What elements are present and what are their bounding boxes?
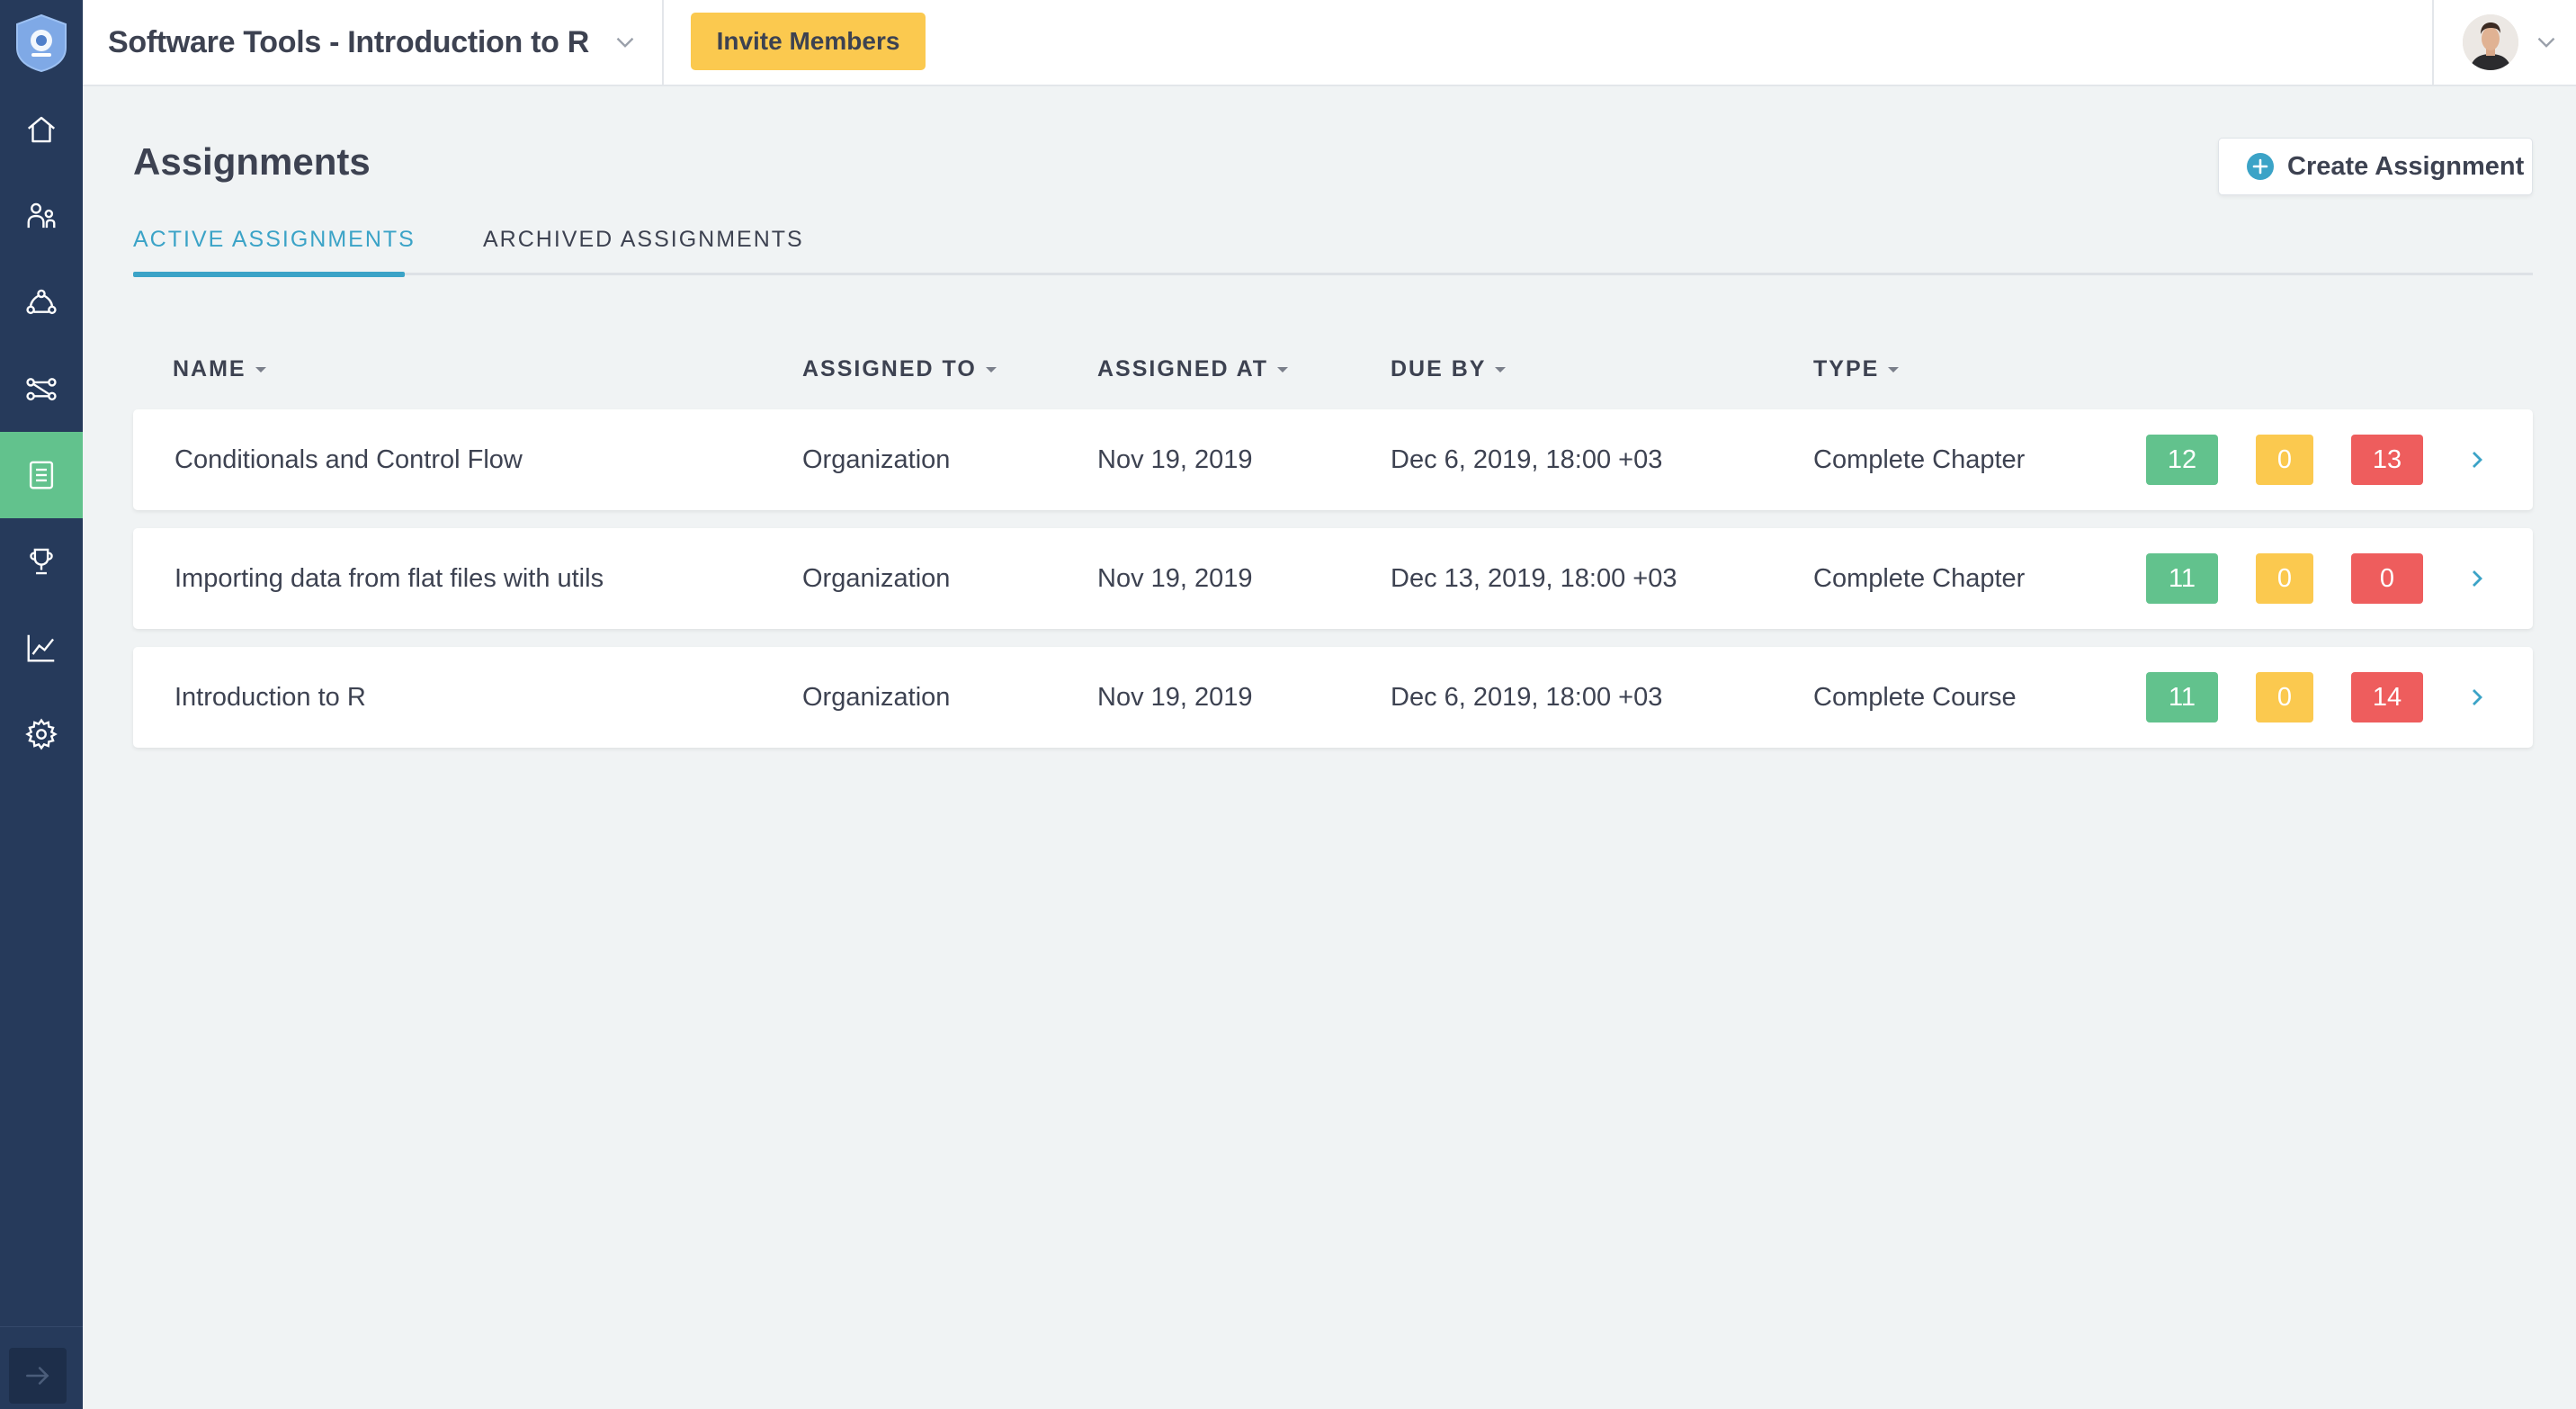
settings-gear-icon <box>25 718 58 750</box>
tab-active-assignments[interactable]: ACTIVE ASSIGNMENTS <box>133 227 416 253</box>
sidebar-item-people[interactable] <box>0 173 83 259</box>
column-header-type[interactable]: TYPE <box>1813 356 1900 382</box>
top-divider <box>2432 0 2434 85</box>
assigned-at: Nov 19, 2019 <box>1097 563 1253 593</box>
table-row[interactable]: Introduction to R Organization Nov 19, 2… <box>133 647 2533 748</box>
assigned-to: Organization <box>802 444 951 474</box>
sidebar-item-assignments[interactable] <box>0 432 83 518</box>
column-header-assigned-to[interactable]: ASSIGNED TO <box>802 356 997 382</box>
not-started-count-badge: 0 <box>2351 553 2423 604</box>
column-header-name[interactable]: NAME <box>173 356 266 382</box>
completed-count-badge: 11 <box>2146 672 2218 722</box>
not-started-count-badge: 14 <box>2351 672 2423 722</box>
in-progress-count-badge: 0 <box>2256 553 2313 604</box>
in-progress-count-badge: 0 <box>2256 435 2313 485</box>
chevron-down-icon[interactable] <box>610 27 640 58</box>
people-icon <box>27 202 56 229</box>
top-divider <box>662 0 664 85</box>
chevron-right-icon[interactable] <box>2463 564 2491 593</box>
create-assignment-button[interactable]: Create Assignment <box>2218 138 2533 195</box>
sidebar-item-groups[interactable] <box>0 259 83 346</box>
tracks-icon <box>26 378 57 401</box>
due-by: Dec 13, 2019, 18:00 +03 <box>1391 563 1677 593</box>
in-progress-count-badge: 0 <box>2256 672 2313 722</box>
assigned-to: Organization <box>802 563 951 593</box>
column-header-due-by[interactable]: DUE BY <box>1391 356 1507 382</box>
chevron-right-icon[interactable] <box>2463 683 2491 712</box>
assignment-type: Complete Chapter <box>1813 444 2026 474</box>
chevron-right-icon[interactable] <box>2463 445 2491 474</box>
sort-caret-icon <box>255 366 266 372</box>
assignment-type: Complete Chapter <box>1813 563 2026 593</box>
groups-icon <box>26 289 57 315</box>
logo-icon[interactable] <box>0 0 83 85</box>
assignment-name: Introduction to R <box>174 682 366 712</box>
plus-circle-icon <box>2247 153 2274 180</box>
arrow-right-icon <box>26 1367 49 1385</box>
sidebar-item-home[interactable] <box>0 86 83 173</box>
reports-chart-icon <box>27 634 55 662</box>
trophy-icon <box>30 548 53 575</box>
sidebar-divider <box>0 1326 83 1327</box>
sidebar-item-settings[interactable] <box>0 691 83 777</box>
home-icon <box>27 116 56 143</box>
sidebar-item-competitions[interactable] <box>0 518 83 605</box>
sidebar-item-reports[interactable] <box>0 605 83 691</box>
sidebar <box>0 0 83 1409</box>
chevron-down-icon[interactable] <box>2531 27 2562 58</box>
assignment-name: Importing data from flat files with util… <box>174 563 604 593</box>
sidebar-item-tracks[interactable] <box>0 346 83 432</box>
assignment-tabs: ACTIVE ASSIGNMENTS ARCHIVED ASSIGNMENTS <box>133 216 2533 277</box>
assignments-icon <box>29 461 54 489</box>
active-tab-indicator <box>133 272 405 277</box>
avatar[interactable] <box>2463 14 2518 70</box>
due-by: Dec 6, 2019, 18:00 +03 <box>1391 682 1663 712</box>
due-by: Dec 6, 2019, 18:00 +03 <box>1391 444 1663 474</box>
column-header-assigned-at[interactable]: ASSIGNED AT <box>1097 356 1289 382</box>
page-title: Assignments <box>133 140 371 183</box>
table-row[interactable]: Conditionals and Control Flow Organizati… <box>133 409 2533 510</box>
assigned-to: Organization <box>802 682 951 712</box>
create-assignment-label: Create Assignment <box>2287 151 2525 181</box>
collapse-sidebar-button[interactable] <box>9 1348 67 1404</box>
assigned-at: Nov 19, 2019 <box>1097 682 1253 712</box>
assigned-at: Nov 19, 2019 <box>1097 444 1253 474</box>
not-started-count-badge: 13 <box>2351 435 2423 485</box>
sort-caret-icon <box>985 366 997 372</box>
completed-count-badge: 12 <box>2146 435 2218 485</box>
invite-members-button[interactable]: Invite Members <box>691 13 926 70</box>
table-row[interactable]: Importing data from flat files with util… <box>133 528 2533 629</box>
sort-caret-icon <box>1495 366 1507 372</box>
org-title[interactable]: Software Tools - Introduction to R <box>108 0 589 85</box>
assignment-name: Conditionals and Control Flow <box>174 444 523 474</box>
sort-caret-icon <box>1277 366 1289 372</box>
top-bar: Software Tools - Introduction to R Invit… <box>83 0 2576 86</box>
assignment-type: Complete Course <box>1813 682 2017 712</box>
completed-count-badge: 11 <box>2146 553 2218 604</box>
tab-archived-assignments[interactable]: ARCHIVED ASSIGNMENTS <box>483 227 804 253</box>
sort-caret-icon <box>1888 366 1900 372</box>
